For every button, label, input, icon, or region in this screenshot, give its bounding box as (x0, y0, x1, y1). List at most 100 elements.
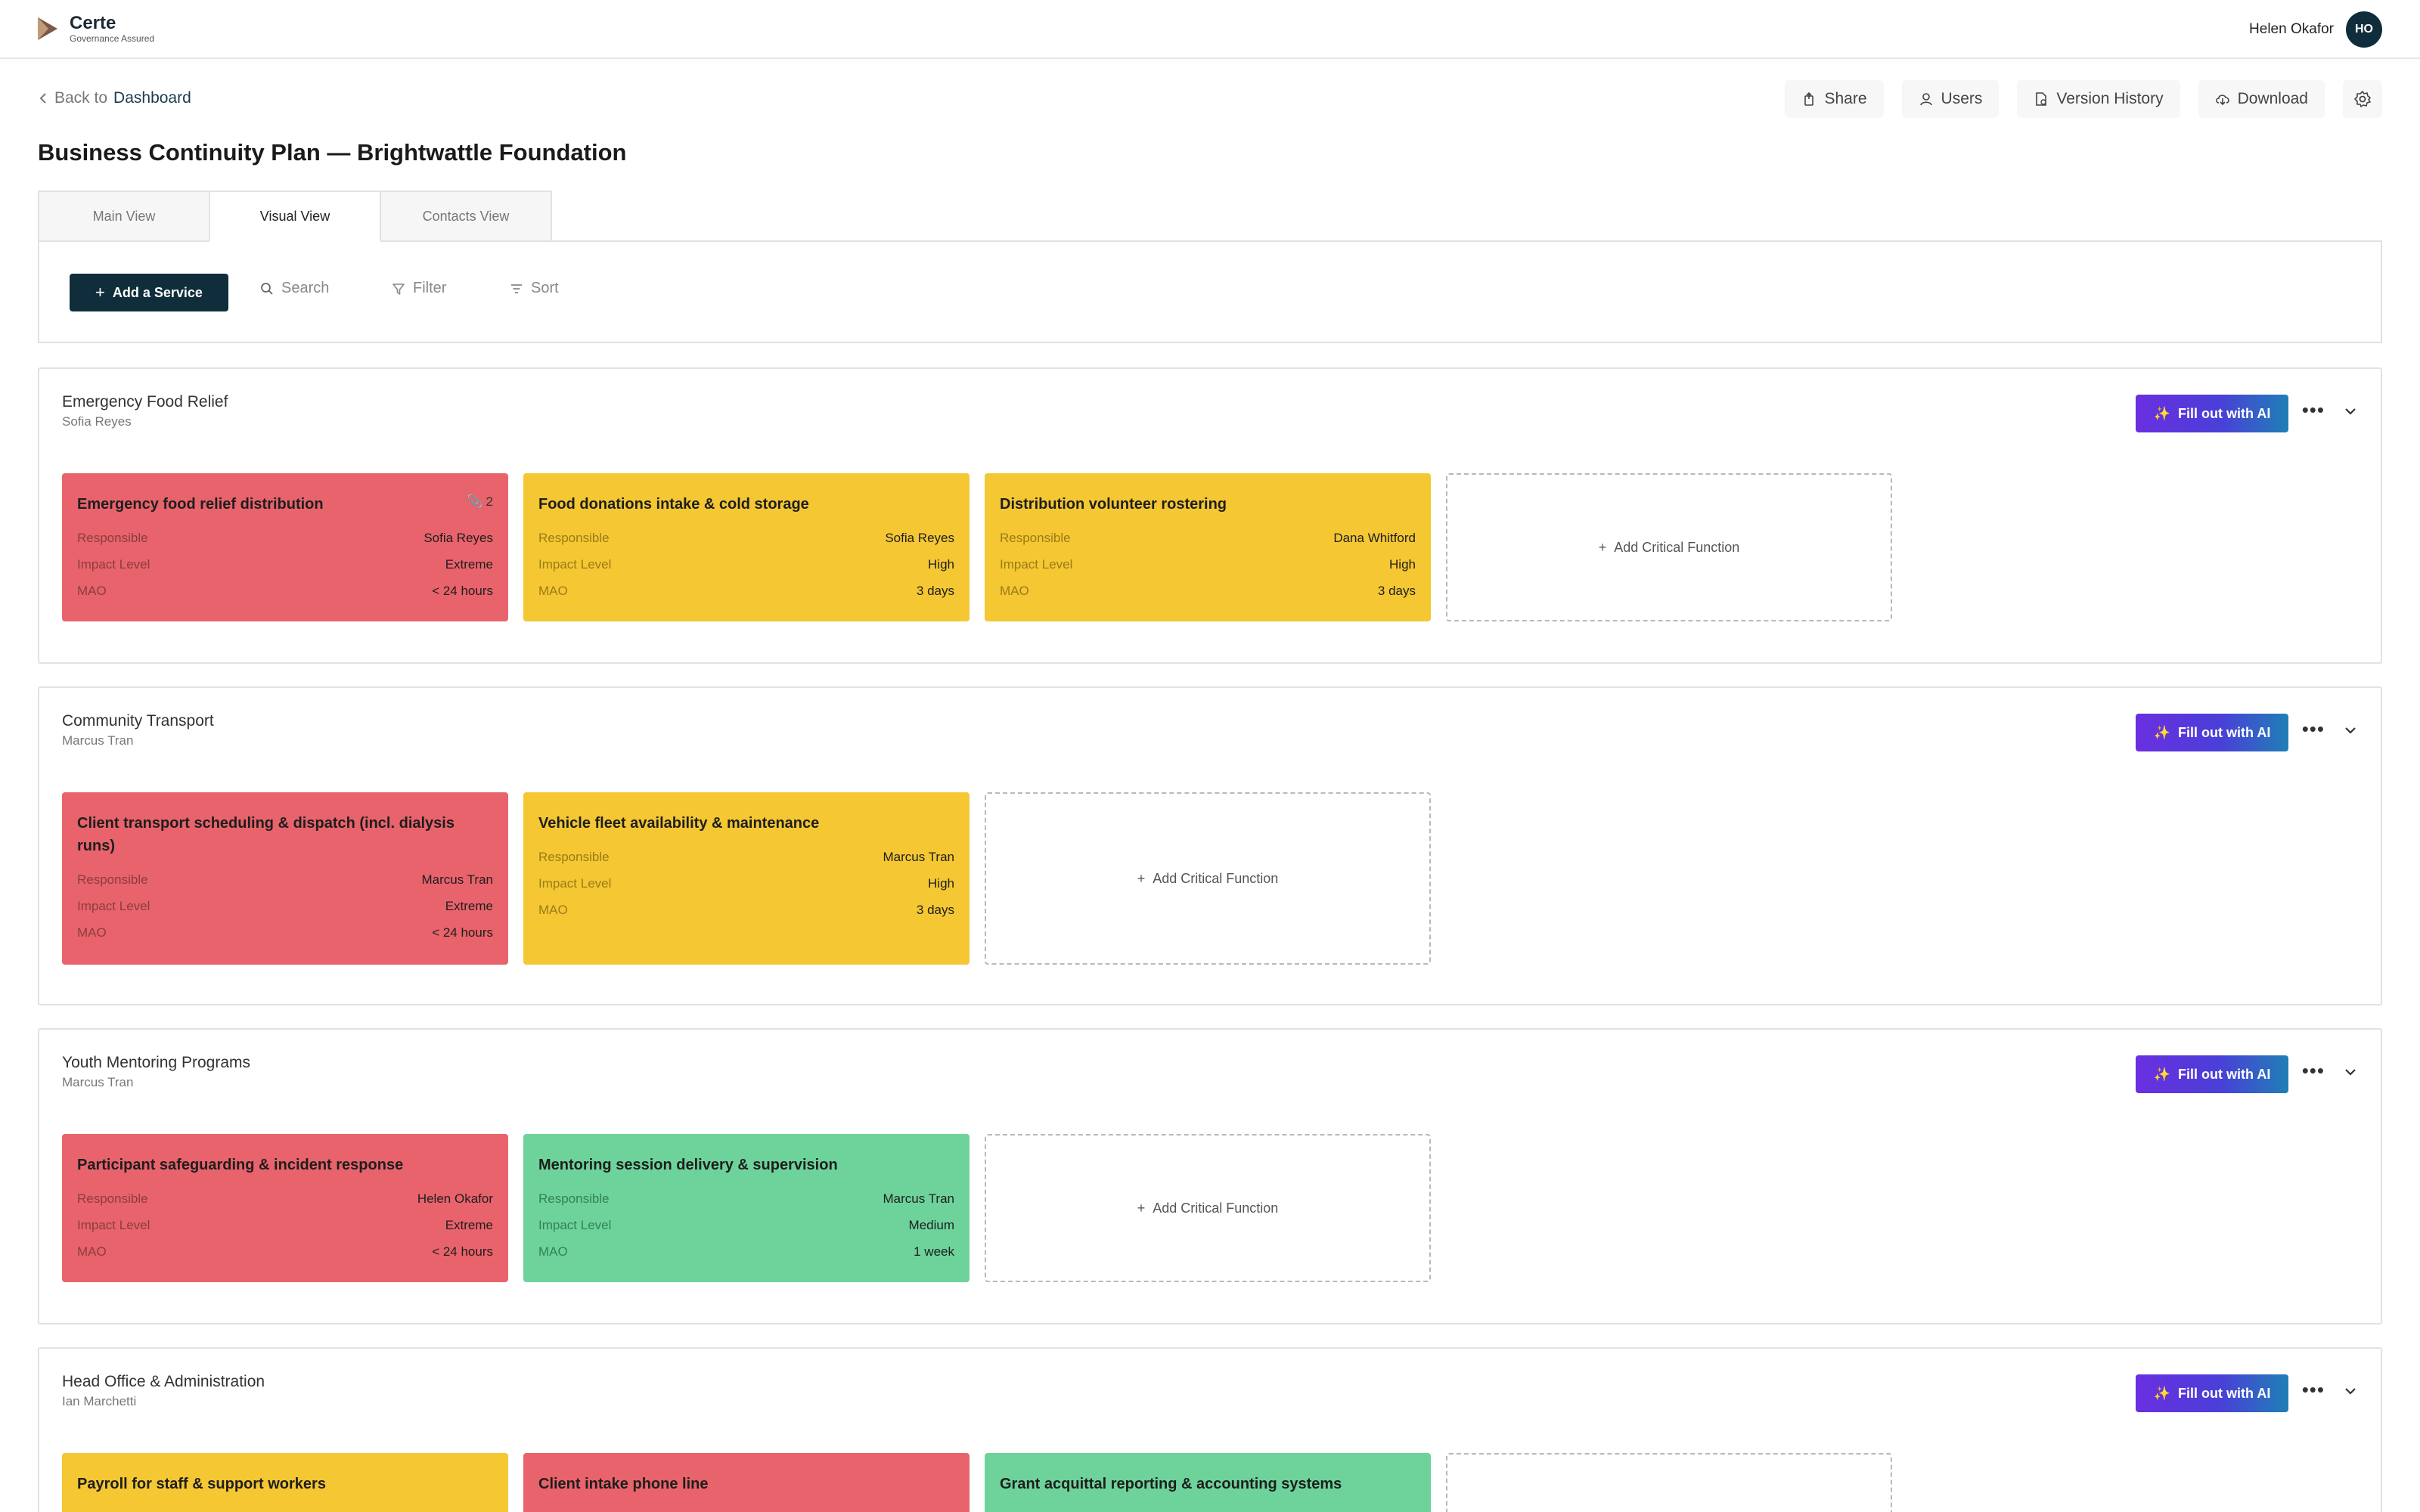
users-button[interactable]: Users (1901, 80, 2000, 118)
add-service-label: Add a Service (112, 284, 203, 300)
service-name[interactable]: Head Office & Administration (62, 1373, 265, 1391)
version-history-label: Version History (2056, 90, 2164, 107)
mao-value: 1 week (914, 1244, 954, 1259)
share-label: Share (1824, 90, 1867, 107)
service-name[interactable]: Emergency Food Relief (62, 393, 228, 411)
critical-function-card[interactable]: Payroll for staff & support workers (62, 1453, 508, 1512)
users-label: Users (1941, 90, 1983, 107)
add-service-button[interactable]: + Add a Service (70, 274, 228, 311)
critical-function-card[interactable]: Vehicle fleet availability & maintenance… (523, 792, 970, 965)
sparkle-icon: ✨ (2153, 1066, 2171, 1082)
add-critical-function-label: Add Critical Function (1153, 870, 1279, 886)
more-options-icon[interactable]: ••• (2302, 1380, 2325, 1399)
more-options-icon[interactable]: ••• (2302, 1061, 2325, 1080)
responsible-label: Responsible (538, 849, 610, 864)
fill-ai-label: Fill out with AI (2178, 1385, 2271, 1401)
page-actions: Share Users Version History Download (1785, 80, 2382, 118)
document-history-icon (2036, 92, 2047, 106)
fill-out-with-ai-button[interactable]: ✨ Fill out with AI (2136, 1055, 2288, 1093)
add-critical-function-button[interactable]: + Add Critical Function (985, 792, 1431, 965)
responsible-label: Responsible (538, 530, 610, 545)
impact-level-value: Extreme (445, 898, 493, 913)
critical-function-card[interactable]: Client intake phone line (523, 1453, 970, 1512)
page-title: Business Continuity Plan — Brightwattle … (38, 139, 627, 166)
paperclip-icon: 📎 (467, 494, 483, 509)
back-prefix: Back to (54, 89, 108, 107)
more-options-icon[interactable]: ••• (2302, 400, 2325, 420)
function-title: Emergency food relief distribution (77, 496, 324, 513)
back-to-dashboard-link[interactable]: Dashboard (113, 89, 191, 107)
attachment-count-value: 2 (486, 494, 493, 509)
service-name[interactable]: Youth Mentoring Programs (62, 1054, 250, 1072)
avatar[interactable]: HO (2346, 11, 2382, 48)
responsible-label: Responsible (77, 1191, 148, 1206)
tab-main-view[interactable]: Main View (38, 191, 210, 242)
attachment-count[interactable]: 📎 2 (467, 494, 493, 510)
critical-function-card[interactable]: Client transport scheduling & dispatch (… (62, 792, 508, 965)
filter-label: Filter (413, 280, 447, 296)
add-critical-function-label: Add Critical Function (1153, 1200, 1279, 1216)
user-icon (1919, 93, 1932, 106)
critical-function-card[interactable]: Distribution volunteer rostering Respons… (985, 473, 1431, 621)
impact-level-label: Impact Level (77, 556, 150, 572)
breadcrumb: Back to Dashboard (38, 89, 191, 107)
tab-contacts-view[interactable]: Contacts View (380, 191, 552, 242)
add-critical-function-button[interactable] (1446, 1453, 1892, 1512)
responsible-value: Sofia Reyes (424, 530, 493, 545)
mao-value: < 24 hours (432, 925, 493, 940)
chevron-down-icon[interactable] (2343, 723, 2358, 738)
mao-label: MAO (77, 583, 107, 598)
responsible-value: Marcus Tran (883, 849, 954, 864)
mao-label: MAO (77, 925, 107, 940)
responsible-value: Sofia Reyes (885, 530, 954, 545)
share-button[interactable]: Share (1785, 80, 1884, 118)
search-input[interactable]: Search (260, 280, 329, 297)
chevron-down-icon[interactable] (2343, 1383, 2358, 1399)
top-bar: Certe Governance Assured Helen Okafor HO (0, 0, 2420, 59)
user-menu[interactable]: Helen Okafor HO (2249, 11, 2382, 48)
download-button[interactable]: Download (2198, 80, 2325, 118)
mao-label: MAO (538, 583, 568, 598)
function-title: Participant safeguarding & incident resp… (77, 1157, 404, 1173)
fill-out-with-ai-button[interactable]: ✨ Fill out with AI (2136, 395, 2288, 432)
plus-icon: + (95, 283, 105, 302)
brand[interactable]: Certe Governance Assured (36, 14, 154, 44)
version-history-button[interactable]: Version History (2017, 80, 2180, 118)
service-name[interactable]: Community Transport (62, 712, 214, 730)
impact-level-label: Impact Level (538, 556, 612, 572)
search-placeholder: Search (281, 280, 330, 296)
service-owner: Marcus Tran (62, 733, 134, 748)
fill-out-with-ai-button[interactable]: ✨ Fill out with AI (2136, 1374, 2288, 1412)
impact-level-value: Medium (908, 1217, 954, 1232)
chevron-down-icon[interactable] (2343, 1064, 2358, 1080)
critical-functions: Participant safeguarding & incident resp… (62, 1134, 1431, 1282)
critical-function-card[interactable]: Emergency food relief distribution 📎 2 R… (62, 473, 508, 621)
responsible-label: Responsible (77, 872, 148, 887)
impact-level-value: High (1389, 556, 1416, 572)
function-title: Mentoring session delivery & supervision (538, 1157, 838, 1173)
critical-function-card[interactable]: Grant acquittal reporting & accounting s… (985, 1453, 1431, 1512)
impact-level-label: Impact Level (538, 1217, 612, 1232)
settings-button[interactable] (2343, 80, 2382, 118)
critical-function-card[interactable]: Mentoring session delivery & supervision… (523, 1134, 970, 1282)
critical-function-card[interactable]: Participant safeguarding & incident resp… (62, 1134, 508, 1282)
sort-button[interactable]: Sort (510, 280, 559, 297)
fill-out-with-ai-button[interactable]: ✨ Fill out with AI (2136, 714, 2288, 751)
download-label: Download (2237, 90, 2308, 107)
critical-function-card[interactable]: Food donations intake & cold storage Res… (523, 473, 970, 621)
impact-level-label: Impact Level (538, 875, 612, 891)
critical-functions: Client transport scheduling & dispatch (… (62, 792, 1431, 965)
sort-label: Sort (531, 280, 559, 296)
sparkle-icon: ✨ (2153, 724, 2171, 740)
sparkle-icon: ✨ (2153, 1385, 2171, 1401)
certe-logo-icon (38, 17, 57, 40)
mao-label: MAO (77, 1244, 107, 1259)
function-title: Client transport scheduling & dispatch (… (77, 815, 455, 854)
add-critical-function-button[interactable]: + Add Critical Function (985, 1134, 1431, 1282)
more-options-icon[interactable]: ••• (2302, 719, 2325, 739)
add-critical-function-button[interactable]: + Add Critical Function (1446, 473, 1892, 621)
chevron-down-icon[interactable] (2343, 404, 2358, 419)
responsible-value: Helen Okafor (417, 1191, 493, 1206)
tab-visual-view[interactable]: Visual View (209, 191, 381, 242)
filter-button[interactable]: Filter (392, 280, 446, 297)
